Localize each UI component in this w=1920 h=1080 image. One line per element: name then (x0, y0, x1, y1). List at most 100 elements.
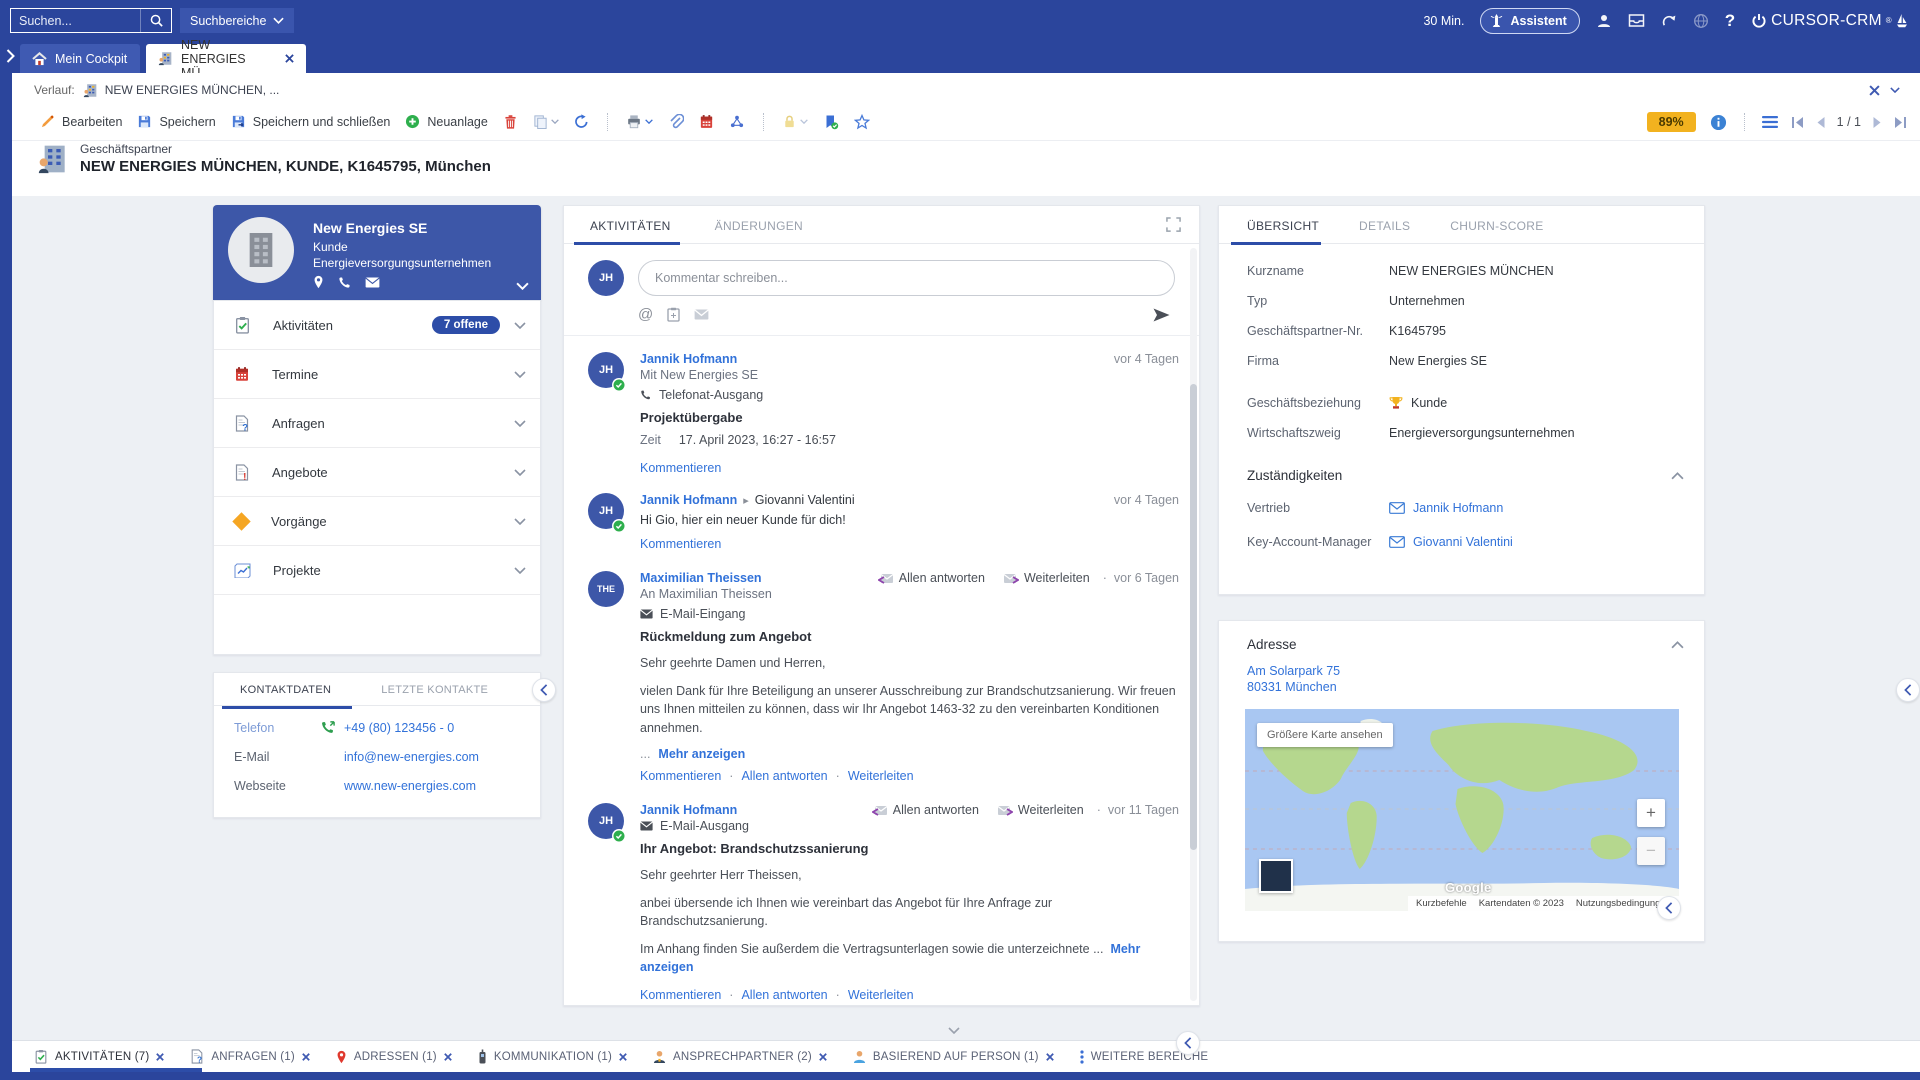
entry-author[interactable]: Jannik Hofmann (640, 352, 737, 366)
reply-all-action[interactable]: Allen antworten (872, 803, 979, 817)
data-quality-badge[interactable]: 89% (1647, 112, 1696, 132)
forward-link[interactable]: Weiterleiten (828, 769, 914, 783)
view-larger-map-button[interactable]: Größere Karte ansehen (1257, 723, 1393, 747)
close-icon[interactable] (156, 1053, 164, 1061)
envelope-icon[interactable] (694, 309, 709, 320)
bottom-tab-basierend-auf-person[interactable]: BASIEREND AUF PERSON (1) (853, 1050, 1054, 1064)
prev-page-icon[interactable] (1816, 117, 1825, 128)
collapse-right-panel-handle[interactable] (1896, 678, 1920, 702)
tab-record-active[interactable]: NEW ENERGIES MÜ... (146, 44, 306, 73)
entry-author[interactable]: Jannik Hofmann (640, 803, 737, 817)
address-street-link[interactable]: Am Solarpark 75 (1219, 652, 1704, 678)
zoom-out-button[interactable]: − (1637, 837, 1665, 865)
bottom-tab-aktivitaeten[interactable]: AKTIVITÄTEN (7) (34, 1049, 164, 1064)
comment-input[interactable] (638, 260, 1175, 296)
chevron-right-icon[interactable] (6, 49, 15, 63)
forward-action[interactable]: Weiterleiten (997, 803, 1084, 817)
mail-icon[interactable] (365, 275, 380, 289)
website-link[interactable]: www.new-energies.com (320, 779, 476, 793)
menu-icon[interactable] (1762, 116, 1778, 128)
first-page-icon[interactable] (1792, 117, 1804, 128)
chevron-down-icon[interactable] (514, 469, 526, 476)
scrollbar[interactable] (1190, 248, 1197, 1001)
chevron-down-icon[interactable] (514, 420, 526, 427)
close-icon[interactable] (819, 1053, 827, 1061)
sidebar-item-projekte[interactable]: Projekte (214, 546, 540, 595)
send-icon[interactable] (1152, 307, 1171, 323)
close-icon[interactable] (285, 54, 294, 63)
save-close-button[interactable]: Speichern und schließen (231, 114, 391, 129)
reply-all-action[interactable]: Allen antworten (878, 571, 985, 585)
email-link[interactable]: info@new-energies.com (320, 750, 479, 764)
comment-link[interactable]: Kommentieren (640, 988, 721, 1002)
search-input[interactable] (11, 14, 140, 28)
history-entry[interactable]: NEW ENERGIES MÜNCHEN, ... (83, 83, 280, 98)
map[interactable]: Größere Karte ansehen + − Google Kurzbef… (1245, 709, 1679, 911)
sidebar-item-termine[interactable]: Termine (214, 350, 540, 399)
collapse-feed-panel-handle[interactable] (1176, 1031, 1200, 1055)
tab-churn-score[interactable]: CHURN-SCORE (1448, 206, 1545, 243)
redo-icon[interactable] (1661, 13, 1677, 28)
bottom-tab-anfragen[interactable]: ? ANFRAGEN (1) (190, 1049, 310, 1064)
calendar-button[interactable] (699, 114, 714, 129)
create-button[interactable]: Neuanlage (405, 114, 487, 129)
tab-uebersicht[interactable]: ÜBERSICHT (1245, 206, 1321, 243)
entry-author[interactable]: Maximilian Theissen (640, 571, 762, 585)
next-page-icon[interactable] (1873, 117, 1882, 128)
fullscreen-icon[interactable] (1166, 217, 1181, 232)
bottom-tab-kommunikation[interactable]: KOMMUNIKATION (1) (478, 1049, 627, 1064)
chevron-down-icon[interactable] (514, 518, 526, 525)
comment-link[interactable]: Kommentieren (640, 769, 721, 783)
comment-link[interactable]: Kommentieren (640, 537, 721, 551)
sidebar-item-aktivitaeten[interactable]: Aktivitäten 7 offene (214, 301, 540, 350)
user-icon[interactable] (1596, 13, 1612, 29)
chevron-down-icon[interactable] (516, 282, 529, 290)
tab-details[interactable]: DETAILS (1357, 206, 1412, 243)
info-icon[interactable] (1710, 114, 1727, 131)
tab-kontaktdaten[interactable]: KONTAKTDATEN (234, 673, 337, 705)
bottom-tab-ansprechpartner[interactable]: ANSPRECHPARTNER (2) (653, 1050, 827, 1064)
chevron-down-icon[interactable] (514, 567, 526, 574)
share-button[interactable] (729, 114, 745, 129)
inbox-icon[interactable] (1628, 13, 1645, 28)
collapse-left-panel-handle[interactable] (532, 678, 556, 702)
responsibility-person[interactable]: Jannik Hofmann (1389, 501, 1503, 515)
chevron-up-icon[interactable] (1671, 641, 1684, 649)
open-count-badge[interactable]: 7 offene (432, 316, 500, 334)
note-icon[interactable] (667, 307, 680, 322)
search-icon[interactable] (141, 9, 171, 32)
phone-link[interactable]: +49 (80) 123456 - 0 (320, 720, 454, 735)
close-icon[interactable] (302, 1053, 310, 1061)
sidebar-item-anfragen[interactable]: ? Anfragen (214, 399, 540, 448)
chevron-down-icon[interactable] (514, 322, 526, 329)
close-icon[interactable] (1869, 85, 1880, 96)
scroll-down-icon[interactable] (948, 1027, 960, 1034)
refresh-button[interactable] (574, 114, 589, 129)
bookmark-button[interactable] (823, 114, 839, 130)
search-scope-button[interactable]: Suchbereiche (180, 8, 294, 33)
mention-icon[interactable]: @ (638, 306, 653, 323)
entry-author[interactable]: Jannik Hofmann (640, 493, 737, 507)
close-icon[interactable] (444, 1053, 452, 1061)
tab-aenderungen[interactable]: ÄNDERUNGEN (713, 206, 805, 243)
bottom-tab-adressen[interactable]: ADRESSEN (1) (336, 1050, 452, 1064)
responsibility-person[interactable]: Giovanni Valentini (1389, 535, 1513, 549)
delete-button[interactable] (503, 114, 518, 130)
chevron-down-icon[interactable] (1890, 87, 1900, 93)
edit-button[interactable]: Bearbeiten (40, 114, 122, 129)
global-search[interactable] (10, 8, 172, 33)
attachment-button[interactable] (668, 114, 684, 130)
tab-mein-cockpit[interactable]: Mein Cockpit (20, 44, 140, 73)
chevron-up-icon[interactable] (1671, 472, 1684, 480)
assistant-button[interactable]: Assistent (1480, 8, 1579, 34)
favorite-button[interactable] (854, 114, 870, 130)
close-icon[interactable] (1046, 1053, 1054, 1061)
show-more-link[interactable]: Mehr anzeigen (658, 747, 745, 761)
copy-button[interactable] (533, 114, 559, 129)
reply-all-link[interactable]: Allen antworten (721, 988, 827, 1002)
sidebar-item-vorgaenge[interactable]: Vorgänge (214, 497, 540, 546)
close-icon[interactable] (619, 1053, 627, 1061)
comment-link[interactable]: Kommentieren (640, 461, 721, 475)
save-button[interactable]: Speichern (137, 114, 215, 129)
google-logo[interactable]: Google (1445, 880, 1492, 895)
